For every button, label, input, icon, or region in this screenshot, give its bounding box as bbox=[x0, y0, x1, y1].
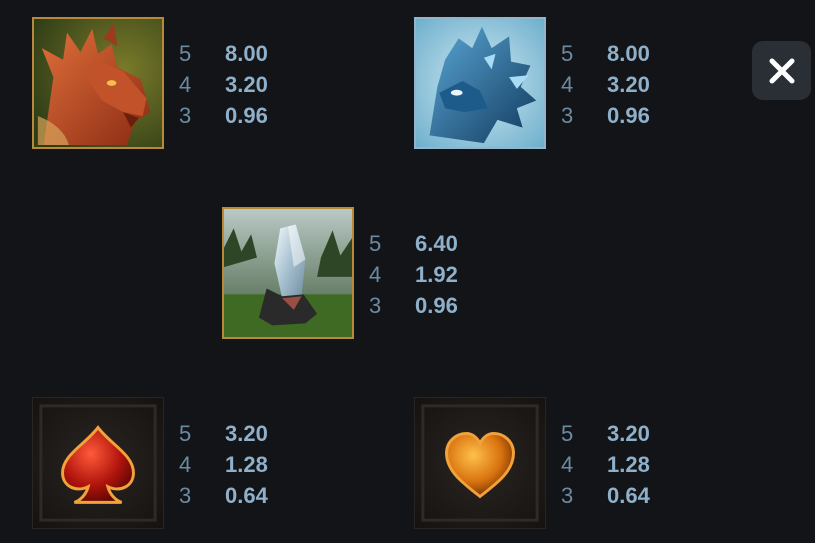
symbol-count: 5 bbox=[179, 41, 192, 66]
payout-row: 5 3.20 bbox=[561, 418, 650, 449]
crystal-icon bbox=[224, 209, 352, 337]
payout-value: 1.28 bbox=[225, 452, 268, 477]
symbol-count: 5 bbox=[561, 41, 574, 66]
payout-value: 0.64 bbox=[607, 483, 650, 508]
payout-row: 5 3.20 bbox=[179, 418, 268, 449]
red-dragon-icon bbox=[34, 19, 162, 147]
payout-value: 3.20 bbox=[225, 72, 268, 97]
close-icon bbox=[769, 58, 794, 83]
symbol-count: 3 bbox=[179, 103, 192, 128]
payout-row: 4 1.28 bbox=[561, 449, 650, 480]
red-dragon-symbol-image bbox=[32, 17, 164, 149]
payout-row: 3 0.96 bbox=[561, 100, 650, 131]
payout-value: 3.20 bbox=[225, 421, 268, 446]
payout-table: 5 8.00 4 3.20 3 0.96 bbox=[179, 38, 268, 131]
blue-dragon-symbol-image bbox=[414, 17, 546, 149]
symbol-count: 5 bbox=[561, 421, 574, 446]
symbol-count: 4 bbox=[561, 72, 574, 97]
payout-value: 0.96 bbox=[607, 103, 650, 128]
symbol-count: 3 bbox=[561, 483, 574, 508]
payout-value: 8.00 bbox=[607, 41, 650, 66]
payout-row: 4 3.20 bbox=[561, 69, 650, 100]
payout-value: 3.20 bbox=[607, 421, 650, 446]
payout-row: 3 0.64 bbox=[179, 480, 268, 511]
heart-icon bbox=[415, 398, 545, 528]
payout-table: 5 3.20 4 1.28 3 0.64 bbox=[561, 418, 650, 511]
payout-table: 5 8.00 4 3.20 3 0.96 bbox=[561, 38, 650, 131]
payout-row: 3 0.96 bbox=[369, 290, 458, 321]
symbol-count: 5 bbox=[179, 421, 192, 446]
symbol-count: 3 bbox=[369, 293, 382, 318]
payout-value: 3.20 bbox=[607, 72, 650, 97]
payout-row: 3 0.64 bbox=[561, 480, 650, 511]
spade-symbol-image bbox=[32, 397, 164, 529]
symbol-count: 5 bbox=[369, 231, 382, 256]
spade-icon bbox=[33, 398, 163, 528]
symbol-count: 3 bbox=[561, 103, 574, 128]
payout-value: 0.96 bbox=[415, 293, 458, 318]
payout-value: 0.64 bbox=[225, 483, 268, 508]
payout-row: 4 1.92 bbox=[369, 259, 458, 290]
payout-row: 4 1.28 bbox=[179, 449, 268, 480]
symbol-count: 4 bbox=[179, 452, 192, 477]
crystal-symbol-image bbox=[222, 207, 354, 339]
close-button[interactable] bbox=[752, 41, 811, 100]
payout-value: 1.92 bbox=[415, 262, 458, 287]
payout-row: 5 8.00 bbox=[179, 38, 268, 69]
payout-row: 5 6.40 bbox=[369, 228, 458, 259]
payout-row: 5 8.00 bbox=[561, 38, 650, 69]
payout-table: 5 6.40 4 1.92 3 0.96 bbox=[369, 228, 458, 321]
symbol-count: 4 bbox=[561, 452, 574, 477]
payout-row: 4 3.20 bbox=[179, 69, 268, 100]
symbol-count: 4 bbox=[179, 72, 192, 97]
payout-value: 6.40 bbox=[415, 231, 458, 256]
blue-dragon-icon bbox=[416, 19, 544, 147]
payout-value: 1.28 bbox=[607, 452, 650, 477]
payout-value: 0.96 bbox=[225, 103, 268, 128]
heart-symbol-image bbox=[414, 397, 546, 529]
payout-value: 8.00 bbox=[225, 41, 268, 66]
payout-row: 3 0.96 bbox=[179, 100, 268, 131]
symbol-count: 3 bbox=[179, 483, 192, 508]
symbol-count: 4 bbox=[369, 262, 382, 287]
payout-table: 5 3.20 4 1.28 3 0.64 bbox=[179, 418, 268, 511]
